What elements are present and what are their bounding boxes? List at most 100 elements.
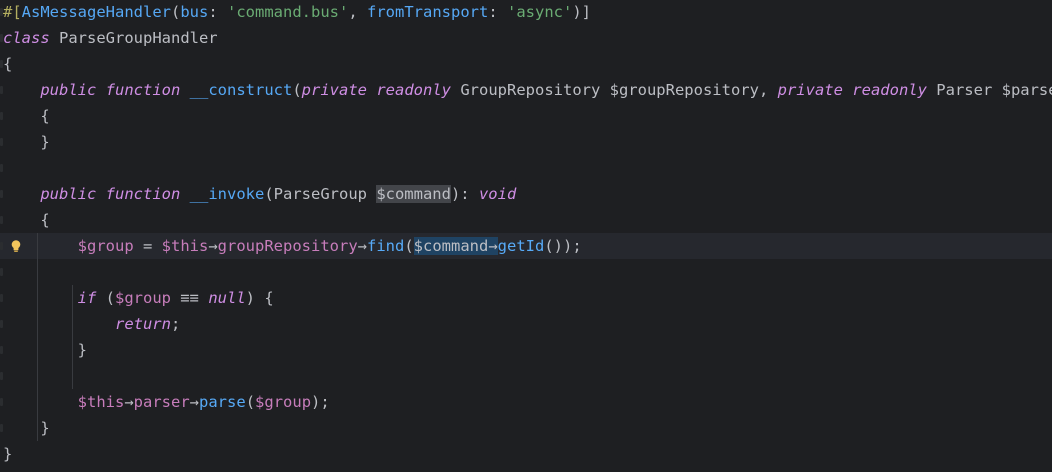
fold-marker	[0, 138, 3, 146]
code-token: return	[114, 315, 171, 333]
code-token: =	[133, 237, 162, 255]
code-token: private	[777, 81, 843, 99]
code-text: return;	[3, 311, 180, 337]
code-token: bus	[180, 3, 209, 21]
code-token: #[	[3, 3, 22, 21]
code-text: {	[3, 103, 50, 129]
code-line[interactable]: public function __invoke(ParseGroup $com…	[0, 181, 1052, 207]
fold-marker	[0, 372, 3, 380]
code-token: $this	[77, 393, 125, 411]
code-line[interactable]: #[AsMessageHandler(bus: 'command.bus', f…	[0, 0, 1052, 25]
code-text: }	[3, 337, 87, 363]
code-text: $this→parser→parse($group);	[3, 389, 330, 415]
code-line[interactable]: class ParseGroupHandler	[0, 25, 1052, 51]
code-token: (ParseGroup	[264, 185, 377, 203]
code-line[interactable]: }	[0, 441, 1052, 467]
code-text: class ParseGroupHandler	[3, 25, 218, 51]
code-token: ):	[450, 185, 479, 203]
code-token: (	[96, 289, 115, 307]
code-line[interactable]: return;	[0, 311, 1052, 337]
code-token: public	[40, 185, 97, 203]
code-token: groupRepository	[217, 237, 358, 255]
fold-marker	[0, 242, 3, 250]
fold-marker	[0, 164, 3, 172]
indent-guide	[72, 285, 73, 389]
code-token: (	[170, 3, 181, 21]
code-token: parse	[199, 393, 246, 411]
code-token: ≡≡	[171, 289, 209, 307]
code-editor[interactable]: #[AsMessageHandler(bus: 'command.bus', f…	[0, 0, 1052, 472]
code-text: $group = $this→groupRepository→find($com…	[3, 233, 582, 259]
code-token: {	[3, 55, 13, 73]
code-token: $command	[376, 185, 451, 203]
code-token: private	[301, 81, 367, 99]
code-line[interactable]	[0, 363, 1052, 389]
fold-marker	[0, 8, 3, 16]
code-token: __construct	[189, 81, 293, 99]
code-token: 'command.bus'	[227, 3, 349, 21]
code-line[interactable]: }	[0, 337, 1052, 363]
fold-marker	[0, 216, 3, 224]
code-token: GroupRepository $groupRepository,	[451, 81, 778, 99]
fold-marker	[0, 60, 3, 68]
code-token: function	[105, 81, 181, 99]
code-token: →	[357, 237, 367, 255]
code-line[interactable]: {	[0, 103, 1052, 129]
code-token: class	[3, 29, 50, 47]
code-token: :	[208, 3, 227, 21]
code-token: readonly	[852, 81, 927, 99]
code-text: if ($group ≡≡ null) {	[3, 285, 274, 311]
fold-marker	[0, 86, 3, 94]
code-line[interactable]: public function __construct(private read…	[0, 77, 1052, 103]
code-line[interactable]: if ($group ≡≡ null) {	[0, 285, 1052, 311]
code-text: {	[3, 51, 12, 77]
code-token: }	[40, 133, 50, 151]
code-text: }	[3, 441, 12, 467]
code-line[interactable]	[0, 155, 1052, 181]
fold-marker	[0, 34, 3, 42]
code-text: public function __construct(private read…	[3, 77, 1052, 103]
lightbulb-icon[interactable]	[9, 239, 23, 253]
fold-marker	[0, 190, 3, 198]
code-line[interactable]: }	[0, 129, 1052, 155]
code-token: if	[77, 289, 97, 307]
code-token: AsMessageHandler	[21, 3, 171, 21]
code-token: →	[189, 393, 200, 411]
code-token: ());	[544, 237, 582, 255]
code-token: (	[245, 393, 256, 411]
code-token: function	[105, 185, 181, 203]
code-token: $group	[77, 237, 134, 255]
code-token: parser	[133, 393, 190, 411]
code-text: public function __invoke(ParseGroup $com…	[3, 181, 516, 207]
code-token: →	[124, 393, 134, 411]
code-token: ;	[170, 315, 181, 333]
fold-marker	[0, 268, 3, 276]
code-line[interactable]: $this→parser→parse($group);	[0, 389, 1052, 415]
code-line[interactable]: {	[0, 207, 1052, 233]
code-token: }	[77, 341, 87, 359]
code-line[interactable]	[0, 259, 1052, 285]
code-token: 'async'	[507, 3, 573, 21]
code-token: ) {	[245, 289, 274, 307]
code-token: $group	[115, 289, 171, 307]
code-line[interactable]: }	[0, 415, 1052, 441]
code-token: }	[3, 445, 13, 463]
code-text: }	[3, 129, 50, 155]
code-line[interactable]: $group = $this→groupRepository→find($com…	[0, 233, 1052, 259]
code-token: );	[311, 393, 330, 411]
code-token: {	[40, 107, 50, 125]
code-token: find	[367, 237, 405, 255]
code-token: )]	[572, 3, 591, 21]
fold-marker	[0, 294, 3, 302]
code-text: }	[3, 415, 49, 441]
code-token: (	[404, 237, 414, 255]
fold-marker	[0, 112, 3, 120]
code-line[interactable]: {	[0, 51, 1052, 77]
indent-guide	[37, 233, 38, 441]
code-token: $group	[255, 393, 312, 411]
